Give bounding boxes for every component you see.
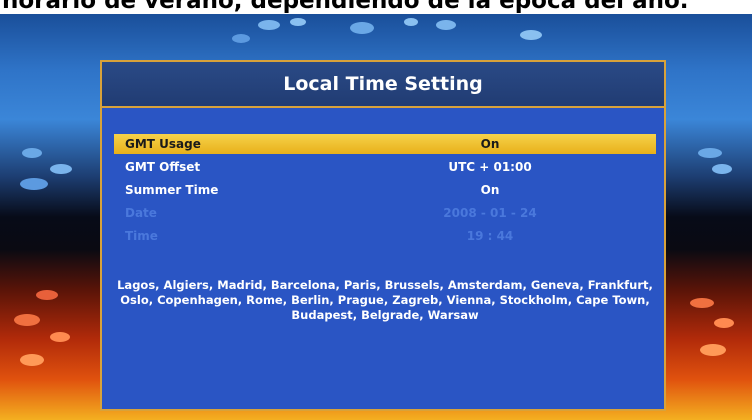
background-light-dot: [350, 22, 374, 34]
dialog-header: Local Time Setting: [102, 62, 664, 108]
background-light-dot: [22, 148, 42, 158]
background-light-dot: [36, 290, 58, 300]
tv-screen-background: Local Time Setting GMT Usage On GMT Offs…: [0, 14, 752, 420]
background-light-dot: [20, 354, 44, 366]
background-light-dot: [232, 34, 250, 43]
local-time-setting-dialog: Local Time Setting GMT Usage On GMT Offs…: [100, 60, 666, 411]
background-light-dot: [258, 20, 280, 30]
menu-row-time: Time 19 : 44: [114, 226, 656, 246]
background-light-dot: [712, 164, 732, 174]
dialog-title: Local Time Setting: [283, 73, 483, 95]
background-light-dot: [50, 332, 70, 342]
background-light-dot: [20, 178, 48, 190]
background-light-dot: [404, 18, 418, 26]
menu-row-gmt-usage[interactable]: GMT Usage On: [114, 134, 656, 154]
timezone-cities-text: Lagos, Algiers, Madrid, Barcelona, Paris…: [117, 278, 653, 322]
menu-row-value: On: [480, 137, 500, 151]
background-light-dot: [690, 298, 714, 308]
menu-row-gmt-offset[interactable]: GMT Offset UTC + 01:00: [114, 157, 656, 177]
menu-row-value: On: [480, 183, 500, 197]
background-light-dot: [714, 318, 734, 328]
background-light-dot: [14, 314, 40, 326]
menu-row-value: UTC + 01:00: [448, 160, 532, 174]
background-light-dot: [698, 148, 722, 158]
background-light-dot: [700, 344, 726, 356]
background-light-dot: [50, 164, 72, 174]
background-light-dot: [290, 18, 306, 26]
menu-row-value: 2008 - 01 - 24: [443, 206, 537, 220]
menu-row-value: 19 : 44: [466, 229, 514, 243]
menu-row-summer-time[interactable]: Summer Time On: [114, 180, 656, 200]
menu-row-date: Date 2008 - 01 - 24: [114, 203, 656, 223]
caption-text: horario de verano, dependiendo de la épo…: [2, 0, 689, 14]
background-light-dot: [520, 30, 542, 40]
background-light-dot: [436, 20, 456, 30]
